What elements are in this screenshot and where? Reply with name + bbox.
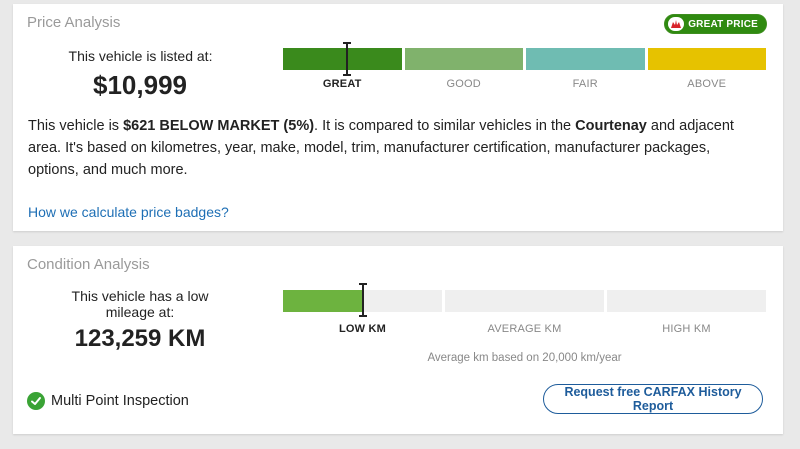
check-circle-icon — [27, 392, 45, 410]
mileage-value: 123,259 KM — [74, 325, 206, 352]
mileage-marker-icon — [358, 283, 367, 317]
average-km-note: Average km based on 20,000 km/year — [427, 352, 622, 364]
price-marker-icon — [342, 42, 351, 76]
mileage-label-3: HIGH KM — [662, 323, 711, 335]
great-price-badge: GREAT PRICE — [664, 14, 767, 34]
mileage-fill — [283, 290, 363, 312]
price-analysis-card: Price Analysis GREAT PRICE This vehicle … — [13, 4, 783, 231]
carfax-maple-leaf-icon — [668, 17, 685, 31]
price-segment-above — [647, 48, 766, 70]
price-analysis-title: Price Analysis — [27, 14, 121, 31]
condition-analysis-card: Condition Analysis This vehicle has a lo… — [13, 246, 783, 434]
price-label-fair: FAIR — [572, 78, 598, 90]
location-name: Courtenay — [575, 118, 647, 134]
price-segment-fair — [526, 48, 645, 70]
multi-point-inspection: Multi Point Inspection — [27, 392, 189, 410]
mileage-label-1: LOW KM — [338, 323, 387, 335]
price-label-good: GOOD — [446, 78, 481, 90]
below-market-amount: $621 BELOW MARKET (5%) — [123, 118, 315, 134]
listed-label: This vehicle is listed at: — [68, 48, 213, 64]
price-segment-good — [404, 48, 523, 70]
price-rating-labels: GREAT GOOD FAIR ABOVE — [283, 78, 766, 90]
mileage-segment-3 — [607, 290, 766, 312]
request-carfax-report-button[interactable]: Request free CARFAX History Report — [543, 384, 763, 414]
price-value: $10,999 — [93, 70, 187, 100]
badge-label: GREAT PRICE — [688, 18, 758, 30]
price-label-above: ABOVE — [687, 78, 727, 90]
mileage-label: This vehicle has a low mileage at: — [71, 288, 209, 320]
price-rating-bar — [283, 48, 766, 70]
mileage-labels: LOW KM AVERAGE KM HIGH KM — [283, 323, 766, 335]
mileage-segment-2 — [445, 290, 604, 312]
price-description: This vehicle is $621 BELOW MARKET (5%). … — [28, 118, 734, 178]
mileage-bar — [283, 290, 766, 312]
price-badge-info-link[interactable]: How we calculate price badges? — [28, 204, 229, 220]
inspection-label: Multi Point Inspection — [51, 393, 189, 409]
price-label-great: GREAT — [322, 78, 362, 90]
condition-analysis-title: Condition Analysis — [27, 256, 150, 273]
mileage-label-2: AVERAGE KM — [487, 323, 562, 335]
